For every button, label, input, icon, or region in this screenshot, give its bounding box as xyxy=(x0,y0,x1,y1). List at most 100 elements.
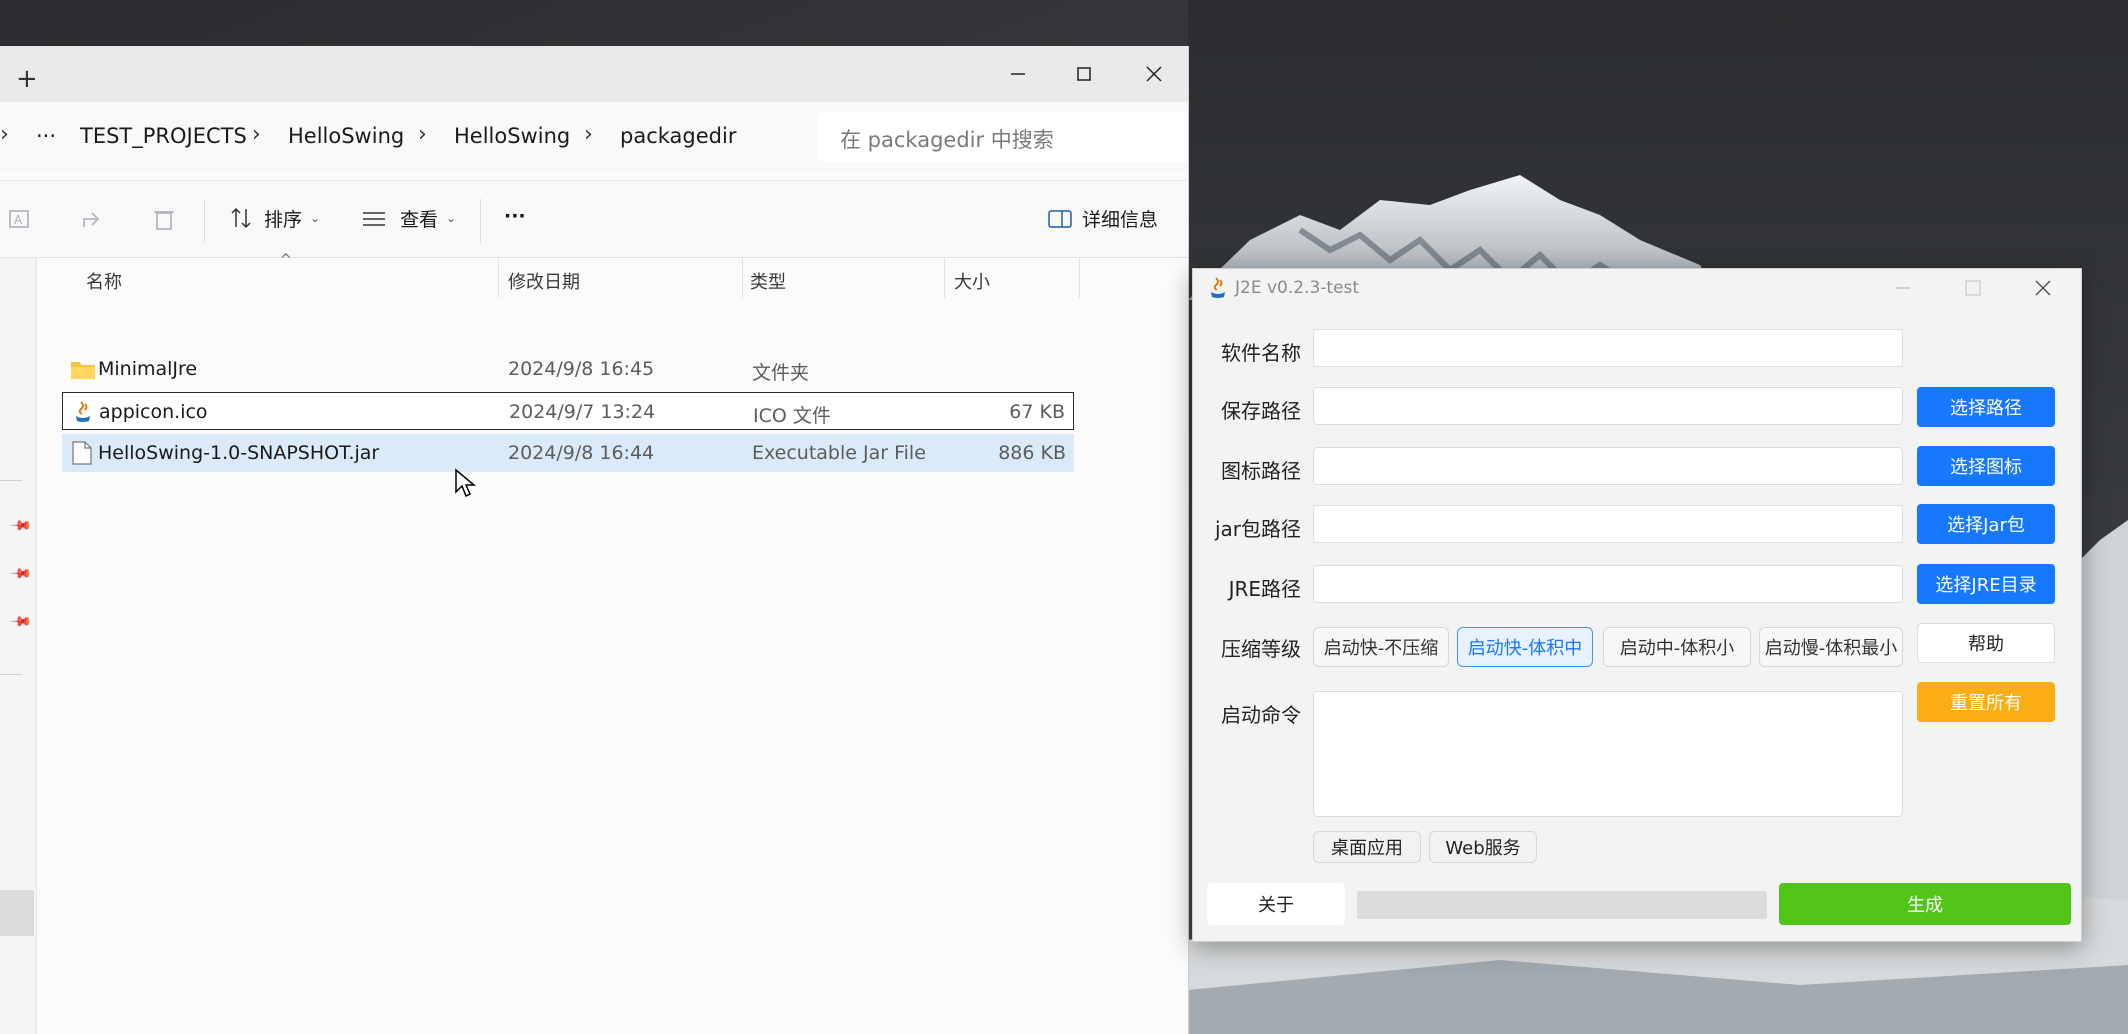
command-textarea[interactable] xyxy=(1313,691,1903,817)
mouse-cursor-icon xyxy=(455,468,476,498)
app-name-input[interactable] xyxy=(1313,329,1903,367)
column-divider[interactable] xyxy=(944,258,945,298)
label-save-path: 保存路径 xyxy=(1221,399,1301,423)
chevron-right-icon: › xyxy=(252,122,261,147)
breadcrumb-helloswing[interactable]: HelloSwing xyxy=(288,124,404,148)
chevron-right-icon: › xyxy=(418,122,427,147)
file-date: 2024/9/7 13:24 xyxy=(509,401,656,423)
column-header-size[interactable]: 大小 xyxy=(954,268,990,294)
file-row[interactable]: appicon.ico 2024/9/7 13:24 ICO 文件 67 KB xyxy=(62,392,1074,430)
column-divider[interactable] xyxy=(742,258,743,298)
window-title: J2E v0.2.3-test xyxy=(1235,278,1360,298)
new-tab-button[interactable]: + xyxy=(16,64,38,94)
delete-icon[interactable] xyxy=(150,205,178,233)
compress-option-none[interactable]: 启动快-不压缩 xyxy=(1313,627,1449,667)
jre-path-input[interactable] xyxy=(1313,565,1903,603)
minimize-button[interactable] xyxy=(1000,56,1036,92)
column-divider[interactable] xyxy=(498,258,499,298)
choose-jre-button[interactable]: 选择JRE目录 xyxy=(1917,564,2055,604)
minimize-icon xyxy=(1011,73,1025,75)
compress-option-small[interactable]: 启动中-体积小 xyxy=(1603,627,1751,667)
maximize-button[interactable] xyxy=(1066,56,1102,92)
file-type: ICO 文件 xyxy=(753,405,831,427)
pin-icon: 📌 xyxy=(8,610,33,634)
view-button[interactable]: 查看 xyxy=(400,205,438,232)
nav-divider xyxy=(0,674,22,675)
icon-path-input[interactable] xyxy=(1313,447,1903,485)
choose-path-button[interactable]: 选择路径 xyxy=(1917,387,2055,427)
close-icon xyxy=(1146,66,1162,82)
close-icon[interactable] xyxy=(2035,280,2051,296)
share-icon[interactable] xyxy=(80,205,108,233)
chevron-down-icon: ⌄ xyxy=(310,211,321,225)
breadcrumb-ellipsis[interactable]: ··· xyxy=(36,124,56,148)
maximize-icon[interactable] xyxy=(1965,280,1981,296)
breadcrumb-packagedir[interactable]: packagedir xyxy=(620,124,736,148)
file-name: HelloSwing-1.0-SNAPSHOT.jar xyxy=(98,442,380,464)
chevron-right-icon: › xyxy=(0,122,9,147)
toolbar-divider xyxy=(480,199,481,243)
file-explorer-window: + › ··· TEST_PROJECTS › HelloSwing › Hel… xyxy=(0,46,1189,1034)
choose-jar-button[interactable]: 选择Jar包 xyxy=(1917,504,2055,544)
details-pane-icon xyxy=(1048,210,1072,228)
java-icon xyxy=(76,401,90,422)
label-icon-path: 图标路径 xyxy=(1221,459,1301,483)
command-bar: A 排序 ⌄ 查看 ⌄ ··· 详细信息 xyxy=(0,180,1188,258)
nav-divider xyxy=(0,480,22,481)
file-icon xyxy=(72,441,92,465)
sort-icon xyxy=(231,207,251,229)
column-divider[interactable] xyxy=(1079,258,1080,298)
file-date: 2024/9/8 16:44 xyxy=(508,442,655,464)
label-jar-path: jar包路径 xyxy=(1214,517,1301,541)
reset-all-button[interactable]: 重置所有 xyxy=(1917,682,2055,722)
save-path-input[interactable] xyxy=(1313,387,1903,425)
column-header-date[interactable]: 修改日期 xyxy=(508,268,580,294)
j2e-titlebar: J2E v0.2.3-test xyxy=(1193,269,2081,307)
file-size: 886 KB xyxy=(998,442,1066,464)
compress-option-smallest[interactable]: 启动慢-体积最小 xyxy=(1759,627,1903,667)
more-options-button[interactable]: ··· xyxy=(504,205,526,227)
file-type: Executable Jar File xyxy=(752,442,926,464)
maximize-icon xyxy=(1077,67,1091,81)
file-row[interactable]: HelloSwing-1.0-SNAPSHOT.jar 2024/9/8 16:… xyxy=(62,434,1074,472)
search-box[interactable]: 在 packagedir 中搜索 xyxy=(818,112,1188,162)
breadcrumb-test-projects[interactable]: TEST_PROJECTS xyxy=(80,124,247,148)
jar-path-input[interactable] xyxy=(1313,505,1903,543)
label-compress: 压缩等级 xyxy=(1221,637,1301,661)
choose-icon-button[interactable]: 选择图标 xyxy=(1917,446,2055,486)
navigation-pane: 📌 📌 📌 xyxy=(0,258,37,1034)
about-button[interactable]: 关于 xyxy=(1207,883,1345,925)
web-service-tag[interactable]: Web服务 xyxy=(1429,831,1537,863)
desktop-app-tag[interactable]: 桌面应用 xyxy=(1313,831,1421,863)
sort-ascending-icon: ^ xyxy=(280,252,292,268)
close-button[interactable] xyxy=(1136,56,1172,92)
breadcrumb-helloswing-2[interactable]: HelloSwing xyxy=(454,124,570,148)
view-icon xyxy=(363,212,385,226)
label-app-name: 软件名称 xyxy=(1221,341,1301,365)
column-header-type[interactable]: 类型 xyxy=(750,268,786,294)
nav-selected-item[interactable] xyxy=(0,890,34,936)
search-placeholder: 在 packagedir 中搜索 xyxy=(840,128,1054,152)
j2e-window: J2E v0.2.3-test 软件名称 保存路径 选择路径 图标路径 选择图标… xyxy=(1192,268,2082,942)
svg-text:A: A xyxy=(14,213,23,227)
label-command: 启动命令 xyxy=(1221,703,1301,727)
generate-button[interactable]: 生成 xyxy=(1779,883,2071,925)
compress-option-medium[interactable]: 启动快-体积中 xyxy=(1457,627,1593,667)
pin-icon: 📌 xyxy=(8,562,33,586)
chevron-down-icon: ⌄ xyxy=(446,211,457,225)
file-date: 2024/9/8 16:45 xyxy=(508,358,655,380)
minimize-icon[interactable] xyxy=(1895,282,1911,294)
file-row[interactable]: MinimalJre 2024/9/8 16:45 文件夹 xyxy=(62,350,1074,388)
file-name: MinimalJre xyxy=(98,358,198,380)
rename-icon[interactable]: A xyxy=(8,205,36,233)
chevron-right-icon: › xyxy=(584,122,593,147)
file-type: 文件夹 xyxy=(752,362,810,384)
pin-icon: 📌 xyxy=(8,514,33,538)
file-list: ^ 名称 修改日期 类型 大小 MinimalJre 2024/9/8 16:4… xyxy=(36,252,1188,1034)
column-header-name[interactable]: 名称 xyxy=(86,268,122,294)
sort-button[interactable]: 排序 xyxy=(264,205,302,232)
toolbar-divider xyxy=(204,199,205,243)
folder-icon xyxy=(71,362,95,379)
help-button[interactable]: 帮助 xyxy=(1917,623,2055,663)
details-button[interactable]: 详细信息 xyxy=(1082,205,1158,232)
